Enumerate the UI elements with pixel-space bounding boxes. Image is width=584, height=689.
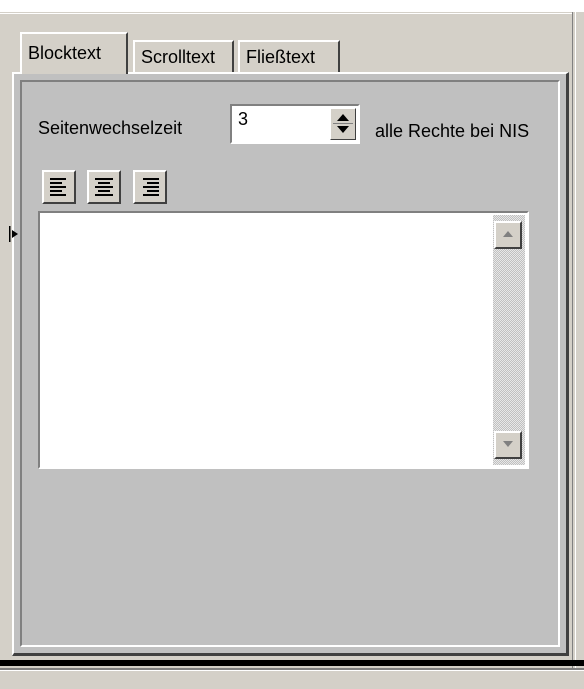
right-edge	[572, 12, 584, 689]
rights-label: alle Rechte bei NIS	[375, 121, 530, 141]
text-editor[interactable]	[38, 211, 529, 469]
align-left-button[interactable]	[42, 170, 76, 204]
page-change-label: Seitenwechselzeit	[38, 118, 183, 138]
scroll-up-button[interactable]	[494, 221, 522, 249]
spinner-buttons[interactable]	[330, 108, 356, 140]
spinner-down-icon[interactable]	[337, 126, 349, 133]
spinner-up-icon[interactable]	[337, 114, 349, 121]
tab-fliesstext[interactable]: Fließtext	[238, 40, 340, 72]
top-strip	[0, 0, 584, 12]
bottom-strip	[0, 670, 584, 689]
spinner-divider	[333, 123, 353, 124]
page-change-spinner[interactable]: 3	[230, 104, 360, 144]
text-editor-content[interactable]	[44, 217, 487, 463]
chevron-up-icon	[503, 231, 513, 237]
chevron-down-icon	[503, 441, 513, 447]
tab-scrolltext[interactable]: Scrolltext	[133, 40, 234, 72]
align-right-button[interactable]	[133, 170, 167, 204]
page-change-value[interactable]: 3	[238, 109, 248, 130]
text-cursor-arrow-icon	[9, 226, 18, 242]
bottom-divider	[0, 660, 584, 666]
vertical-scrollbar[interactable]	[493, 215, 525, 465]
top-divider	[0, 12, 584, 14]
align-center-button[interactable]	[87, 170, 121, 204]
scroll-down-button[interactable]	[494, 431, 522, 459]
tab-blocktext[interactable]: Blocktext	[20, 32, 128, 74]
